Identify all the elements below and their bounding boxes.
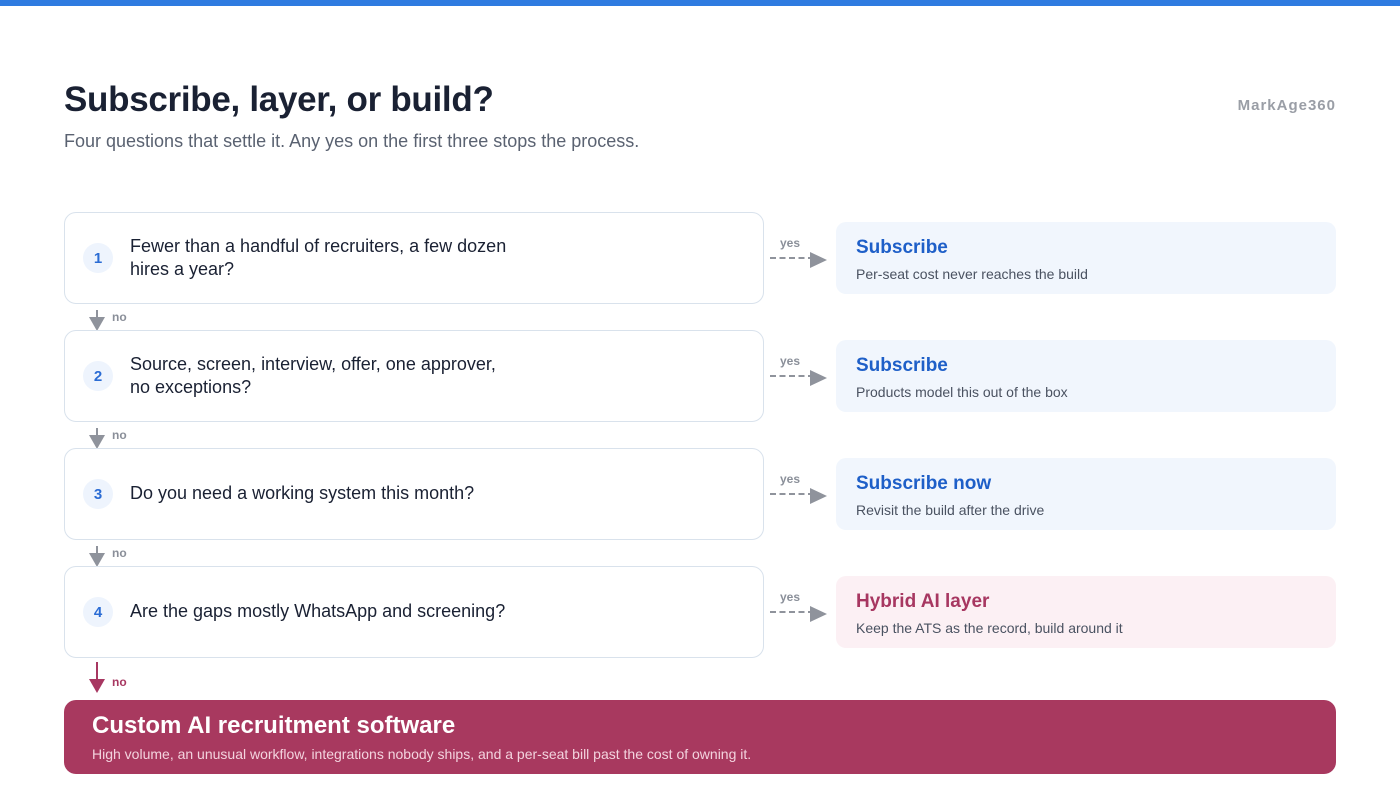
dashed-line — [770, 493, 814, 495]
arrow-down-icon — [89, 553, 105, 567]
final-outcome-title: Custom AI recruitment software — [92, 712, 456, 739]
yes-connector-2: yes — [770, 354, 830, 394]
no-label: no — [112, 675, 127, 689]
question-text-2: Source, screen, interview, offer, one ap… — [130, 353, 496, 397]
question-text-1: Fewer than a handful of recruiters, a fe… — [130, 235, 507, 279]
arrow-down-icon — [89, 435, 105, 449]
question-number-2: 2 — [83, 361, 113, 391]
no-connector-final: no — [88, 662, 148, 693]
no-label: no — [112, 546, 127, 560]
no-connector-1: no — [88, 310, 148, 332]
result-desc-2: Products model this out of the box — [856, 384, 1068, 400]
arrow-down-icon — [89, 317, 105, 331]
result-box-3: Subscribe now Revisit the build after th… — [836, 458, 1336, 530]
dashed-line — [770, 257, 814, 259]
question-number-4: 4 — [83, 597, 113, 627]
yes-label: yes — [780, 590, 801, 604]
yes-connector-3: yes — [770, 472, 830, 512]
page-subtitle: Four questions that settle it. Any yes o… — [64, 131, 640, 151]
result-desc-1: Per-seat cost never reaches the build — [856, 266, 1088, 282]
yes-label: yes — [780, 472, 801, 486]
result-box-2: Subscribe Products model this out of the… — [836, 340, 1336, 412]
no-connector-3: no — [88, 546, 148, 568]
arrow-stem — [96, 662, 98, 680]
dashed-line — [770, 611, 814, 613]
question-number-1: 1 — [83, 243, 113, 273]
no-connector-2: no — [88, 428, 148, 450]
result-desc-3: Revisit the build after the drive — [856, 502, 1045, 518]
arrow-right-icon — [810, 606, 827, 622]
page-title: Subscribe, layer, or build? — [64, 80, 494, 119]
top-accent-bar — [0, 0, 1400, 6]
question-text-4: Are the gaps mostly WhatsApp and screeni… — [130, 601, 506, 621]
dashed-line — [770, 375, 814, 377]
result-title-3: Subscribe now — [856, 473, 992, 494]
question-box-4: 4 Are the gaps mostly WhatsApp and scree… — [64, 566, 764, 658]
result-title-2: Subscribe — [856, 355, 948, 376]
result-title-4: Hybrid AI layer — [856, 591, 990, 612]
arrow-right-icon — [810, 252, 827, 268]
yes-connector-1: yes — [770, 236, 830, 276]
result-box-4: Hybrid AI layer Keep the ATS as the reco… — [836, 576, 1336, 648]
yes-label: yes — [780, 236, 801, 250]
final-outcome-desc: High volume, an unusual workflow, integr… — [92, 746, 752, 762]
result-box-1: Subscribe Per-seat cost never reaches th… — [836, 222, 1336, 294]
question-box-2: 2 Source, screen, interview, offer, one … — [64, 330, 764, 422]
arrow-right-icon — [810, 370, 827, 386]
question-number-3: 3 — [83, 479, 113, 509]
yes-connector-4: yes — [770, 590, 830, 630]
question-box-1: 1 Fewer than a handful of recruiters, a … — [64, 212, 764, 304]
brand-logo-text: MarkAge360 — [1237, 97, 1336, 114]
arrow-right-icon — [810, 488, 827, 504]
no-label: no — [112, 428, 127, 442]
no-label: no — [112, 310, 127, 324]
question-text-3: Do you need a working system this month? — [130, 483, 475, 503]
question-box-3: 3 Do you need a working system this mont… — [64, 448, 764, 540]
arrow-down-icon — [89, 679, 105, 693]
final-outcome-box: Custom AI recruitment software High volu… — [64, 700, 1336, 774]
result-desc-4: Keep the ATS as the record, build around… — [856, 620, 1123, 636]
result-title-1: Subscribe — [856, 237, 948, 258]
yes-label: yes — [780, 354, 801, 368]
